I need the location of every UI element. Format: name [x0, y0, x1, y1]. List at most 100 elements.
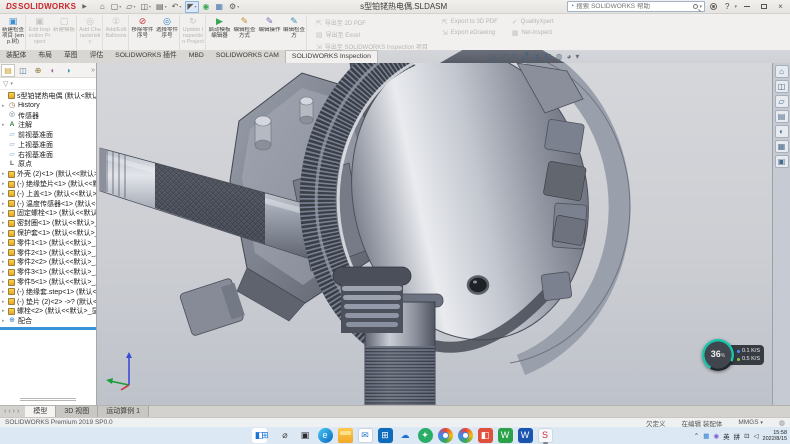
- tree-item[interactable]: ▸ (-) 温度传感器<1> (默认<<默认>_: [0, 199, 96, 209]
- tree-filter[interactable]: ▽ ▾: [0, 78, 96, 90]
- heads-up-icon[interactable]: ◎: [490, 52, 497, 61]
- taskbar-icon[interactable]: ⊞: [378, 428, 393, 443]
- tray-icon[interactable]: ◉: [713, 432, 719, 440]
- tree-item[interactable]: ▸ 保护套<1> (默认<<默认>_显示状: [0, 228, 96, 238]
- taskbar-icon[interactable]: ▣: [298, 428, 313, 443]
- quick-access-button[interactable]: ◤▾: [185, 1, 198, 13]
- tree-item[interactable]: ▸ 螺栓<2> (默认<<默认>_显示状态: [0, 307, 96, 317]
- ribbon-button[interactable]: ✎ 编辑操作: [257, 15, 282, 50]
- taskbar-icon[interactable]: [438, 428, 453, 443]
- heads-up-icon[interactable]: ◕: [567, 52, 572, 61]
- taskbar-icon[interactable]: S: [538, 428, 553, 443]
- taskbar-icon[interactable]: ⊞: [258, 428, 273, 443]
- task-pane-button[interactable]: ◐: [775, 125, 789, 138]
- taskbar-icon[interactable]: [458, 428, 473, 443]
- help-button[interactable]: ?: [722, 2, 732, 11]
- restore-button[interactable]: [756, 1, 771, 13]
- tree-item[interactable]: ▸ History: [0, 101, 96, 111]
- tree-item[interactable]: 前视基准面: [0, 130, 96, 140]
- tree-item[interactable]: 原点: [0, 160, 96, 170]
- taskbar-icon[interactable]: ✉: [358, 428, 373, 443]
- tree-item[interactable]: ▸ 配合: [0, 316, 96, 326]
- taskbar-icon[interactable]: [338, 428, 353, 443]
- ribbon-tab[interactable]: SOLIDWORKS 插件: [109, 50, 183, 63]
- tray-icon[interactable]: ⊡: [744, 432, 749, 440]
- quick-access-button[interactable]: ⌂: [99, 2, 107, 12]
- heads-up-icon[interactable]: ↻: [512, 52, 519, 61]
- taskbar-icon[interactable]: ☁: [398, 428, 413, 443]
- panel-tab[interactable]: ⊕: [31, 64, 45, 77]
- tray-icon[interactable]: 拼: [734, 431, 741, 441]
- panel-tab[interactable]: ◑: [61, 64, 75, 77]
- export-menu-item[interactable]: ⇲Export eDrawing: [442, 29, 498, 37]
- ribbon-button[interactable]: ◎ Add Characteristic: [78, 15, 103, 50]
- panel-tab[interactable]: ◫: [16, 64, 30, 77]
- 3d-model[interactable]: [97, 63, 772, 405]
- search-caret-icon[interactable]: ▾: [700, 4, 703, 10]
- tree-item[interactable]: ▸ 密封圈<1> (默认<<默认>_显示状: [0, 218, 96, 228]
- search-icon[interactable]: [693, 4, 698, 9]
- ribbon-button[interactable]: ▢ 新建模板: [52, 15, 77, 50]
- tree-item[interactable]: 上视基准面: [0, 140, 96, 150]
- tree-root-item[interactable]: s型铂铑热电偶 (默认<默认_显示状态-1: [0, 91, 96, 101]
- ribbon-button[interactable]: ① Add/Edit Balloons: [104, 15, 129, 50]
- ribbon-button[interactable]: ◎ 选择零件序号: [155, 15, 180, 50]
- export-menu-item[interactable]: ▦Net-Inspect: [512, 29, 554, 37]
- tree-item[interactable]: ▸ 注解: [0, 120, 96, 130]
- tree-item[interactable]: ▸ 零件2<2> (默认<<默认>_显示状: [0, 258, 96, 268]
- ribbon-button[interactable]: ↻ Update Inspection Project: [181, 15, 206, 50]
- tray-icon[interactable]: 英: [723, 431, 730, 441]
- search-input[interactable]: [576, 3, 690, 10]
- heads-up-icon[interactable]: ◍: [556, 52, 563, 61]
- taskbar-icon[interactable]: e: [318, 428, 333, 443]
- tree-item[interactable]: ▸ 外壳 (2)<1> (默认<<默认>_显示状: [0, 169, 96, 179]
- tree-item[interactable]: ▸ (-) 上盖<1> (默认<<默认>_显示状: [0, 189, 96, 199]
- ribbon-tab[interactable]: SOLIDWORKS Inspection: [285, 50, 378, 63]
- task-pane-button[interactable]: ▦: [775, 140, 789, 153]
- speed-monitor-widget[interactable]: 36% 0.1 K/S 0.5 K/S: [702, 339, 764, 371]
- panel-resize-handle[interactable]: [0, 395, 96, 405]
- panel-tabs-overflow[interactable]: »: [91, 67, 95, 74]
- ribbon-tab[interactable]: MBD: [183, 50, 210, 63]
- ribbon-button[interactable]: ✎ 编辑检查方: [282, 15, 307, 50]
- minimize-button[interactable]: [739, 1, 754, 13]
- taskbar-clock[interactable]: 15:58 2022/8/15: [763, 430, 787, 442]
- quick-access-button[interactable]: ⚙▾: [228, 2, 240, 12]
- document-tab[interactable]: 模型: [25, 406, 56, 417]
- speed-circle[interactable]: 36%: [702, 339, 734, 371]
- quick-access-button[interactable]: ◉: [202, 2, 212, 12]
- tree-item[interactable]: ▸ 零件1<1> (默认<<默认>_显示状: [0, 238, 96, 248]
- graphics-viewport[interactable]: 36% 0.1 K/S 0.5 K/S: [97, 63, 790, 405]
- taskbar-icon[interactable]: ✦: [418, 428, 433, 443]
- task-pane-button[interactable]: ▱: [775, 95, 789, 108]
- taskbar-icon[interactable]: ⌀: [278, 428, 293, 443]
- panel-tab[interactable]: ◐: [46, 64, 60, 77]
- tree-item[interactable]: ▸ 固定螺栓<1> (默认<<默认>_显示: [0, 209, 96, 219]
- quick-access-button[interactable]: ▤▾: [155, 2, 168, 12]
- brand-expand-icon[interactable]: ▶: [82, 3, 87, 10]
- ribbon-tab[interactable]: 评估: [84, 50, 110, 63]
- taskbar-icon[interactable]: W: [498, 428, 513, 443]
- quick-access-button[interactable]: ◫▾: [139, 2, 152, 12]
- tree-item[interactable]: ▸ (-) 垫片 (2)<2> ->? (默认<<默认: [0, 297, 96, 307]
- ribbon-button[interactable]: ▣ Edit Inspection Project: [27, 15, 52, 50]
- tree-item[interactable]: ▸ 零件5<1> (默认<<默认>_显示状: [0, 277, 96, 287]
- units-selector[interactable]: MMGS ▾: [738, 419, 763, 426]
- tray-icon[interactable]: ⌃: [694, 432, 699, 440]
- tree-item[interactable]: 右视基准面: [0, 150, 96, 160]
- help-caret-icon[interactable]: ▾: [734, 4, 737, 10]
- tree-item[interactable]: ▸ (-) 绝缘套.step<1> (默认<<默认: [0, 287, 96, 297]
- solidworks-logo[interactable]: DS SOLIDWORKS: [2, 2, 80, 11]
- tree-item[interactable]: ▸ (-) 绝缘垫片<1> (默认<<默认>_显: [0, 179, 96, 189]
- document-tab[interactable]: 3D 视图: [56, 406, 98, 417]
- panel-tab[interactable]: ▤: [1, 64, 15, 77]
- taskbar-icon[interactable]: W: [518, 428, 533, 443]
- task-pane-button[interactable]: ⌂: [775, 65, 789, 78]
- panel-splitter[interactable]: [0, 327, 96, 330]
- globe-icon[interactable]: ◍: [779, 419, 785, 427]
- tray-icon[interactable]: ◁: [754, 432, 759, 440]
- taskbar-icon[interactable]: ◧: [478, 428, 493, 443]
- heads-up-icon[interactable]: ▞: [522, 52, 528, 61]
- close-button[interactable]: ×: [773, 1, 788, 13]
- heads-up-icon[interactable]: ⊡: [501, 52, 508, 61]
